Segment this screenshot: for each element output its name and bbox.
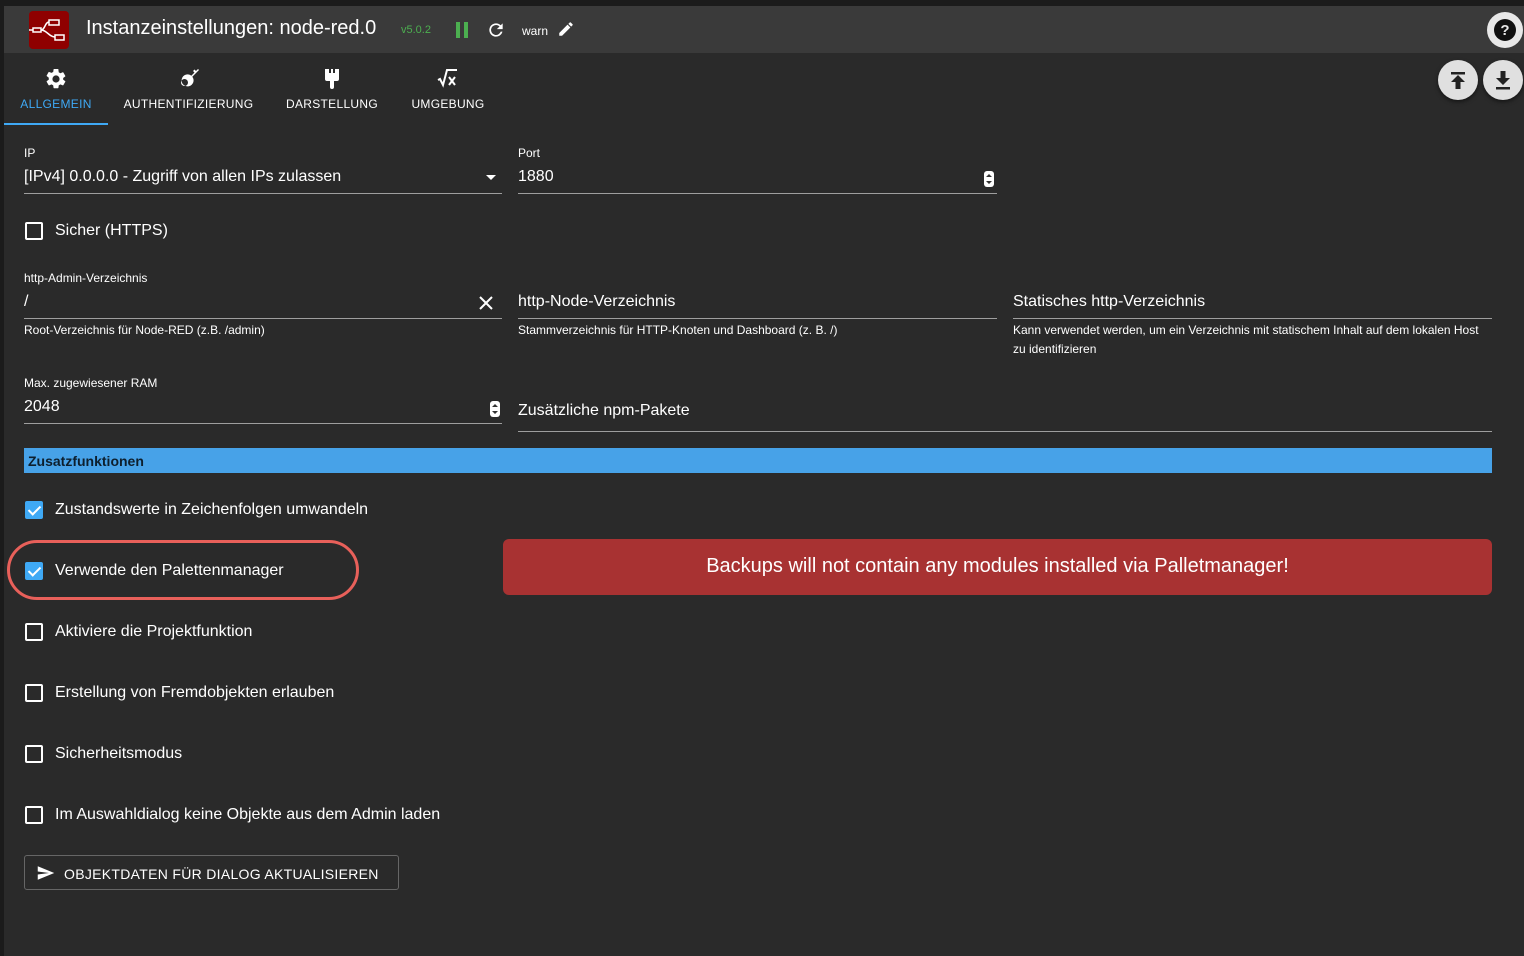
option-label-2: Aktiviere die Projektfunktion [55, 623, 253, 640]
port-input[interactable]: 1880 [518, 168, 554, 186]
help-icon: ? [1494, 19, 1516, 41]
option-label-0: Zustandswerte in Zeichenfolgen umwandeln [55, 501, 369, 518]
node-dir-helper: Stammverzeichnis für HTTP-Knoten und Das… [518, 323, 838, 337]
node-dir-underline [518, 318, 997, 319]
option-label-3: Erstellung von Fremdobjekten erlauben [55, 684, 335, 701]
help-button[interactable]: ? [1487, 12, 1523, 48]
option-checkbox-4[interactable] [25, 745, 43, 763]
tab-allgemein[interactable]: ALLGEMEIN [4, 53, 108, 126]
upload-icon [1451, 72, 1465, 89]
admin-dir-input[interactable]: / [24, 293, 28, 311]
option-label-1: Verwende den Palettenmanager [55, 562, 284, 579]
admin-dir-underline [24, 318, 502, 319]
npm-packages-input[interactable]: Zusätzliche npm-Pakete [518, 402, 690, 420]
tab-authentifizierung[interactable]: AUTHENTIFIZIERUNG [116, 53, 261, 126]
gear-icon [46, 68, 66, 89]
window-left-edge [0, 0, 4, 956]
admin-dir-helper: Root-Verzeichnis für Node-RED (z.B. /adm… [24, 323, 265, 337]
npm-packages-underline [518, 431, 1492, 432]
function-icon [437, 69, 457, 88]
static-dir-input[interactable]: Statisches http-Verzeichnis [1013, 293, 1205, 311]
ip-underline [24, 193, 502, 194]
log-level-label: warn [522, 24, 549, 38]
tab-umgebung[interactable]: UMGEBUNG [403, 53, 493, 126]
tab-label: AUTHENTIFIZIERUNG [123, 97, 254, 111]
max-ram-input[interactable]: 2048 [24, 398, 60, 416]
pause-icon[interactable] [455, 22, 469, 38]
ip-select[interactable]: [IPv4] 0.0.0.0 - Zugriff von allen IPs z… [24, 168, 341, 186]
max-ram-label: Max. zugewiesener RAM [24, 376, 158, 390]
option-checkbox-3[interactable] [25, 684, 43, 702]
dialog-header: Instanzeinstellungen: node-red.0 v5.0.2 … [4, 6, 1524, 53]
refresh-object-data-label: OBJEKTDATEN FÜR DIALOG AKTUALISIEREN [64, 866, 379, 882]
https-checkbox[interactable] [25, 222, 43, 240]
option-label-4: Sicherheitsmodus [55, 745, 183, 762]
download-icon [1496, 71, 1510, 90]
clear-icon[interactable] [479, 296, 493, 310]
warning-text: Backups will not contain any modules ins… [706, 555, 1289, 577]
option-checkbox-0[interactable] [25, 501, 43, 519]
dialog-title: Instanzeinstellungen: node-red.0 [86, 17, 377, 39]
port-underline [518, 193, 997, 194]
option-checkbox-5[interactable] [25, 806, 43, 824]
brush-icon [325, 69, 339, 89]
edit-icon[interactable] [557, 20, 575, 38]
port-label: Port [518, 146, 541, 160]
tab-label: ALLGEMEIN [20, 97, 92, 111]
key-icon [180, 69, 199, 87]
section-header: Zusatzfunktionen [24, 448, 1492, 473]
active-tab-indicator [4, 123, 108, 125]
static-dir-helper: Kann verwendet werden, um ein Verzeichni… [1013, 323, 1479, 356]
max-ram-stepper-icon[interactable] [489, 400, 501, 418]
tab-darstellung[interactable]: DARSTELLUNG [279, 53, 385, 126]
upload-button[interactable] [1438, 60, 1478, 100]
port-stepper-icon[interactable] [983, 170, 995, 188]
refresh-object-data-button[interactable]: OBJEKTDATEN FÜR DIALOG AKTUALISIEREN [24, 855, 399, 890]
download-button[interactable] [1483, 60, 1523, 100]
reload-icon[interactable] [486, 20, 506, 40]
option-label-5: Im Auswahldialog keine Objekte aus dem A… [55, 806, 441, 823]
section-title: Zusatzfunktionen [28, 453, 144, 469]
svg-text:?: ? [1500, 22, 1509, 39]
option-checkbox-2[interactable] [25, 623, 43, 641]
admin-dir-label: http-Admin-Verzeichnis [24, 271, 148, 285]
ip-label: IP [24, 146, 36, 160]
option-checkbox-1[interactable] [25, 562, 43, 580]
send-icon [37, 866, 55, 880]
version-label: v5.0.2 [401, 24, 431, 36]
node-red-logo-icon [29, 11, 69, 49]
tab-label: UMGEBUNG [411, 97, 485, 111]
tab-label: DARSTELLUNG [286, 97, 378, 111]
max-ram-underline [24, 423, 502, 424]
static-dir-underline [1013, 318, 1492, 319]
warning-banner: Backups will not contain any modules ins… [503, 539, 1492, 595]
node-dir-input[interactable]: http-Node-Verzeichnis [518, 293, 675, 311]
https-label: Sicher (HTTPS) [55, 222, 168, 239]
chevron-down-icon[interactable] [485, 175, 497, 181]
